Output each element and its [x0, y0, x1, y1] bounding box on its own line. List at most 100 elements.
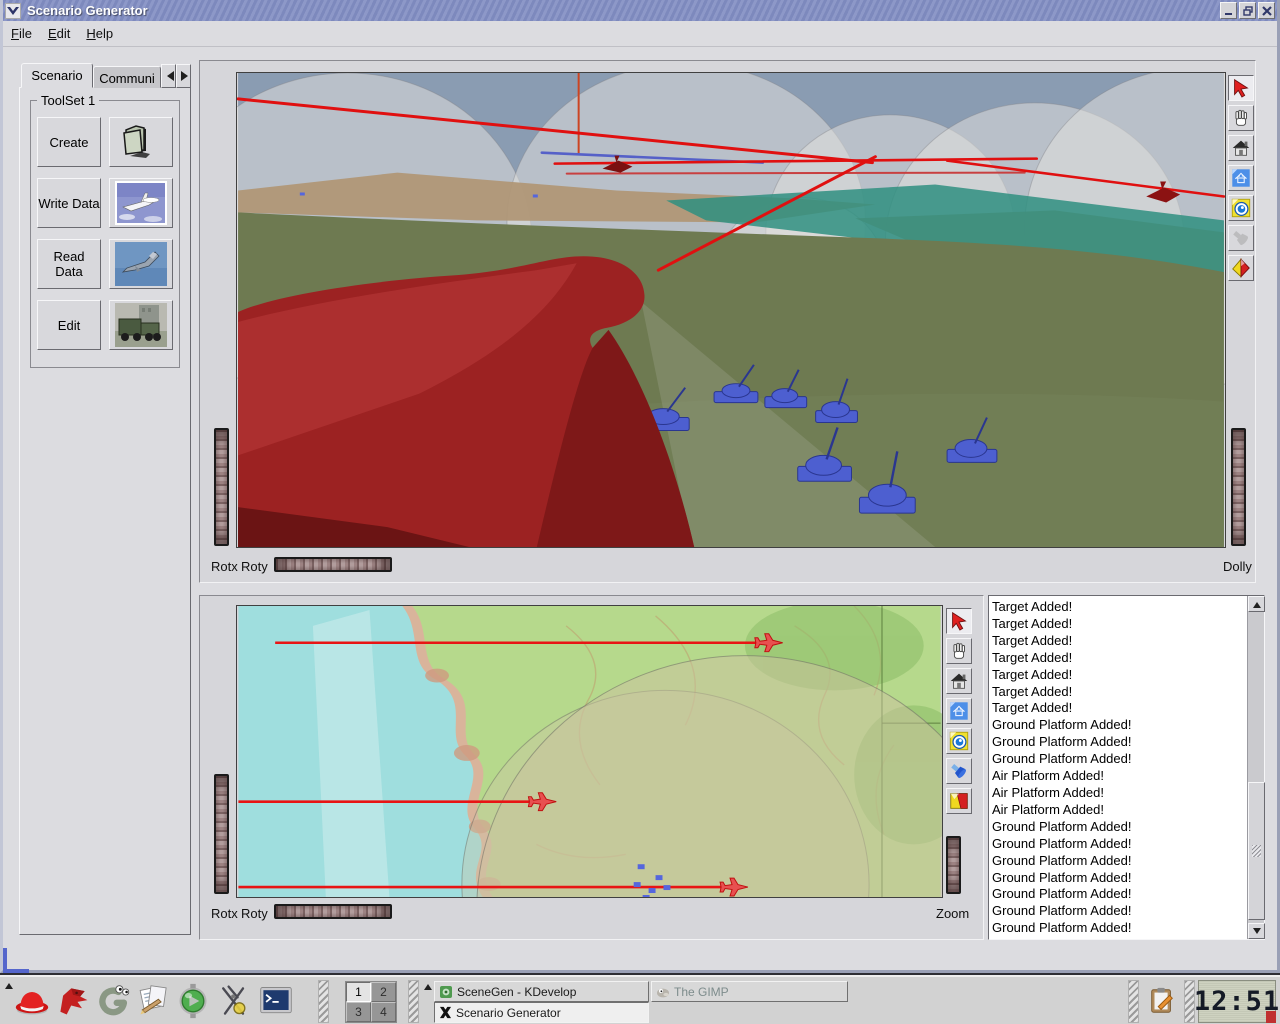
- tasklist-hide-button[interactable]: [421, 980, 435, 992]
- viewer3d-pick-button[interactable]: [1228, 75, 1254, 101]
- launcher-nautilus-orb[interactable]: [173, 981, 213, 1021]
- folder-icon: [116, 121, 166, 163]
- tab-scroll-right-button[interactable]: [176, 64, 191, 88]
- launcher-redhat-menu[interactable]: [12, 981, 52, 1021]
- viewer-3d-canvas[interactable]: [236, 72, 1226, 548]
- task-scenegen-kdevelop[interactable]: SceneGen - KDevelop: [434, 981, 649, 1002]
- viewer3d-home-button[interactable]: [1228, 135, 1254, 161]
- read-data-button[interactable]: Read Data: [37, 239, 101, 289]
- pager-desktop-2[interactable]: 2: [371, 982, 396, 1002]
- panel-handle[interactable]: [318, 980, 329, 1023]
- write-data-icon-button[interactable]: [109, 178, 173, 228]
- pager-desktop-1[interactable]: 1: [346, 982, 371, 1002]
- minimize-button[interactable]: [1220, 2, 1237, 19]
- menu-edit[interactable]: Edit: [40, 23, 78, 44]
- viewer2d-roty-thumbwheel[interactable]: [274, 904, 392, 919]
- close-button[interactable]: [1258, 2, 1275, 19]
- read-data-icon-button[interactable]: [109, 239, 173, 289]
- launcher-mozilla[interactable]: [53, 981, 93, 1021]
- viewer2d-set-home-button[interactable]: [946, 698, 972, 724]
- app-window-icon[interactable]: [5, 3, 21, 19]
- log-entry[interactable]: Target Added!: [992, 616, 1244, 633]
- viewer2d-pan-button[interactable]: [946, 638, 972, 664]
- viewer2d-zoom-thumbwheel[interactable]: [946, 836, 961, 894]
- viewer2d-camera-type-button[interactable]: [946, 788, 972, 814]
- log-entry[interactable]: Ground Platform Added!: [992, 920, 1244, 936]
- task-scenario-generator[interactable]: Scenario Generator: [434, 1002, 649, 1023]
- launcher-gnome-g[interactable]: [94, 981, 134, 1021]
- log-entry[interactable]: Target Added!: [992, 684, 1244, 701]
- viewer3d-roty-label: Roty: [241, 559, 268, 574]
- viewer2d-home-button[interactable]: [946, 668, 972, 694]
- log-entry[interactable]: Target Added!: [992, 700, 1244, 717]
- viewer3d-pan-button[interactable]: [1228, 105, 1254, 131]
- tasklist-applet-button[interactable]: [1144, 982, 1180, 1020]
- log-entry[interactable]: Air Platform Added!: [992, 768, 1244, 785]
- log-entry[interactable]: Ground Platform Added!: [992, 870, 1244, 887]
- launcher-terminal[interactable]: [256, 981, 296, 1021]
- log-entry[interactable]: Ground Platform Added!: [992, 836, 1244, 853]
- write-data-button[interactable]: Write Data: [37, 178, 101, 228]
- viewer3d-camera-type-button[interactable]: [1228, 255, 1254, 281]
- log-entry[interactable]: Ground Platform Added!: [992, 819, 1244, 836]
- log-entry[interactable]: Ground Platform Added!: [992, 853, 1244, 870]
- viewer3d-seek-button-disabled[interactable]: [1228, 225, 1254, 251]
- titlebar[interactable]: Scenario Generator: [3, 0, 1277, 21]
- pager-desktop-3[interactable]: 3: [346, 1002, 371, 1022]
- log-entry[interactable]: Ground Platform Added!: [992, 903, 1244, 920]
- viewer3d-roty-thumbwheel[interactable]: [274, 557, 392, 572]
- log-entry[interactable]: Target Added!: [992, 667, 1244, 684]
- log-scrollbar[interactable]: [1247, 596, 1264, 939]
- clock-corner-mark: [1266, 1011, 1276, 1023]
- window-resize-corner[interactable]: [3, 948, 29, 973]
- log-entry[interactable]: Target Added!: [992, 633, 1244, 650]
- log-entry[interactable]: Air Platform Added!: [992, 802, 1244, 819]
- viewer3d-rotx-label: Rotx: [211, 559, 238, 574]
- viewer2d-view-all-button[interactable]: [946, 728, 972, 754]
- launcher-drafting-tools[interactable]: [214, 981, 254, 1021]
- scroll-up-button[interactable]: [1248, 596, 1265, 612]
- event-log-list[interactable]: Target Added! Target Added! Target Added…: [988, 595, 1265, 940]
- task-the-gimp[interactable]: The GIMP: [651, 981, 848, 1002]
- pager-desktop-4[interactable]: 4: [371, 1002, 396, 1022]
- blueprint-home-icon: [948, 700, 970, 722]
- pick-arrow-icon: [1230, 77, 1252, 99]
- log-entry[interactable]: Ground Platform Added!: [992, 751, 1244, 768]
- viewer3d-rotx-thumbwheel[interactable]: [214, 428, 229, 546]
- maximize-button[interactable]: [1239, 2, 1256, 19]
- viewer2d-rotx-thumbwheel[interactable]: [214, 774, 229, 894]
- launcher-documents[interactable]: [133, 981, 173, 1021]
- tab-scroll-left-button[interactable]: [161, 64, 176, 88]
- edit-button[interactable]: Edit: [37, 300, 101, 350]
- viewer2d-pick-button[interactable]: [946, 608, 972, 634]
- viewer2d-rotx-label: Rotx: [211, 906, 238, 921]
- log-entry[interactable]: Ground Platform Added!: [992, 886, 1244, 903]
- menu-help[interactable]: Help: [78, 23, 121, 44]
- log-entry[interactable]: Ground Platform Added!: [992, 717, 1244, 734]
- viewer-map-canvas[interactable]: [236, 605, 943, 898]
- toolset-title: ToolSet 1: [37, 93, 99, 108]
- home-icon: [1230, 137, 1252, 159]
- viewer3d-set-home-button[interactable]: [1228, 165, 1254, 191]
- log-entry[interactable]: Ground Platform Added!: [992, 734, 1244, 751]
- taskbar-clock: 12:51: [1198, 980, 1276, 1023]
- viewer3d-view-all-button[interactable]: [1228, 195, 1254, 221]
- edit-icon-button[interactable]: [109, 300, 173, 350]
- scroll-down-button[interactable]: [1248, 923, 1265, 939]
- tab-communications[interactable]: Communi: [93, 66, 161, 88]
- military-truck-photo-icon: [115, 303, 167, 347]
- menu-file[interactable]: File: [3, 23, 40, 44]
- log-entry[interactable]: Target Added!: [992, 599, 1244, 616]
- tasklist-handle[interactable]: [408, 980, 419, 1023]
- eye-icon: [1230, 197, 1252, 219]
- viewer3d-dolly-thumbwheel[interactable]: [1231, 428, 1246, 546]
- viewer2d-seek-button[interactable]: [946, 758, 972, 784]
- tab-scenario[interactable]: Scenario: [21, 63, 93, 88]
- log-entry[interactable]: Target Added!: [992, 650, 1244, 667]
- applet-handle[interactable]: [1128, 980, 1139, 1023]
- create-icon-button[interactable]: [109, 117, 173, 167]
- create-button[interactable]: Create: [37, 117, 101, 167]
- scrollbar-thumb[interactable]: [1248, 782, 1265, 920]
- triangle-left-icon: [162, 71, 174, 81]
- log-entry[interactable]: Air Platform Added!: [992, 785, 1244, 802]
